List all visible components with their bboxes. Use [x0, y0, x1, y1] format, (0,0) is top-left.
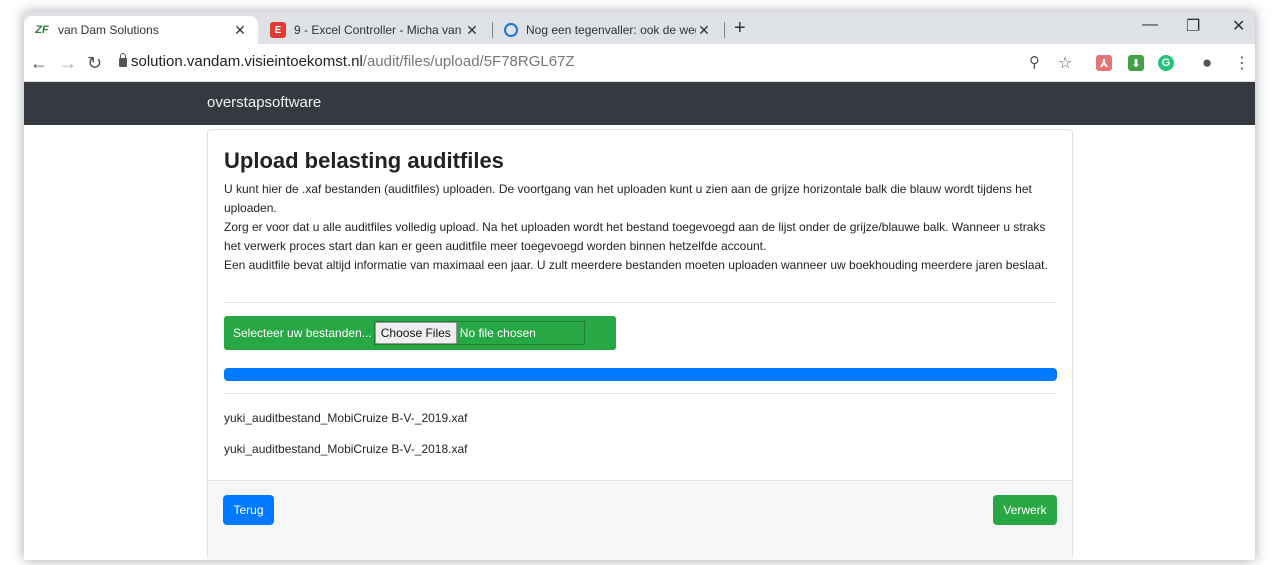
no-file-text: No file chosen	[459, 326, 536, 340]
tab-excel-controller[interactable]: E 9 - Excel Controller - Micha van D ✕	[260, 16, 490, 44]
upload-card: Upload belasting auditfiles U kunt hier …	[207, 129, 1073, 560]
divider	[224, 393, 1056, 394]
file-upload-group[interactable]: Selecteer uw bestanden... Choose Files N…	[224, 316, 616, 350]
zoom-icon[interactable]: ⚲	[1029, 53, 1040, 71]
process-button[interactable]: Verwerk	[993, 495, 1057, 525]
url-path: /audit/files/upload/5F78RGL67Z	[362, 53, 575, 70]
download-extension-icon[interactable]: ⬇	[1128, 55, 1144, 71]
close-icon[interactable]: ✕	[696, 22, 712, 39]
choose-files-button[interactable]: Choose Files	[374, 322, 457, 344]
file-input[interactable]: Choose Files No file chosen	[373, 321, 585, 345]
upload-progress-bar	[224, 368, 1057, 381]
intro-text: U kunt hier de .xaf bestanden (auditfile…	[224, 180, 1060, 275]
steering-wheel-icon	[504, 23, 518, 37]
url-host: solution.vandam.visieintoekomst.nl	[131, 53, 363, 70]
back-arrow-icon[interactable]: ←	[30, 53, 48, 74]
restore-icon[interactable]: ❐	[1186, 16, 1200, 36]
reload-icon[interactable]: ↻	[87, 53, 102, 74]
browser-toolbar: ← → ↻ solution.vandam.visieintoekomst.nl…	[24, 44, 1255, 82]
divider	[224, 302, 1056, 303]
account-icon[interactable]: ●	[1202, 53, 1212, 73]
new-tab-icon[interactable]: +	[734, 17, 746, 40]
tab-title: van Dam Solutions	[58, 23, 159, 37]
site-brand[interactable]: overstapsoftware	[207, 94, 321, 111]
tab-nog-een-tegenvaller[interactable]: Nog een tegenvaller: ook de weg ✕	[494, 16, 722, 44]
tab-bar: ZF van Dam Solutions ✕ E 9 - Excel Contr…	[24, 12, 1255, 44]
close-icon[interactable]: ✕	[464, 22, 480, 39]
intro-paragraph: Een auditfile bevat altijd informatie va…	[224, 258, 1048, 272]
address-bar[interactable]: solution.vandam.visieintoekomst.nl/audit…	[131, 53, 575, 70]
lock-icon	[119, 53, 127, 67]
pdf-extension-icon[interactable]: ⅄	[1096, 55, 1112, 71]
list-item: yuki_auditbestand_MobiCruize B-V-_2018.x…	[224, 442, 468, 456]
tab-divider	[724, 22, 725, 38]
menu-dots-icon[interactable]: ⋮	[1234, 53, 1250, 73]
browser-window: ZF van Dam Solutions ✕ E 9 - Excel Contr…	[24, 12, 1255, 560]
forward-arrow-icon[interactable]: →	[59, 53, 77, 74]
page-title: Upload belasting auditfiles	[224, 148, 504, 173]
back-button[interactable]: Terug	[223, 495, 274, 525]
star-icon[interactable]: ☆	[1058, 53, 1072, 73]
grammarly-icon[interactable]: G	[1158, 55, 1174, 71]
tab-van-dam-solutions[interactable]: ZF van Dam Solutions ✕	[24, 16, 258, 44]
zf-logo-icon: ZF	[35, 24, 49, 36]
tab-title: 9 - Excel Controller - Micha van D	[294, 23, 464, 37]
close-icon[interactable]: ✕	[232, 22, 248, 39]
site-navbar: overstapsoftware	[24, 82, 1255, 125]
excel-controller-icon: E	[270, 22, 286, 38]
minimize-icon[interactable]: —	[1142, 16, 1158, 34]
list-item: yuki_auditbestand_MobiCruize B-V-_2019.x…	[224, 411, 468, 425]
intro-paragraph: Zorg er voor dat u alle auditfiles volle…	[224, 220, 1046, 253]
window-close-icon[interactable]: ✕	[1232, 16, 1245, 36]
upload-label: Selecteer uw bestanden...	[233, 326, 372, 340]
tab-divider	[492, 22, 493, 38]
tab-title: Nog een tegenvaller: ook de weg	[526, 23, 696, 37]
intro-paragraph: U kunt hier de .xaf bestanden (auditfile…	[224, 182, 1032, 215]
card-footer: Terug Verwerk	[208, 480, 1072, 560]
